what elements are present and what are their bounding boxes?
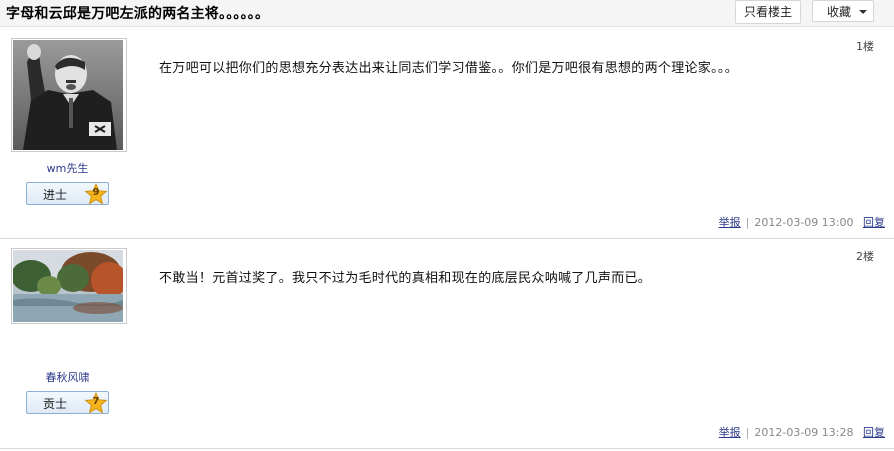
rank-level: 9	[92, 187, 100, 198]
post-footer: 举报 | 2012-03-09 13:00 回复	[719, 214, 885, 230]
rank-badge[interactable]: 进士 9	[26, 182, 109, 205]
rank-label: 贡士	[42, 397, 67, 411]
report-link[interactable]: 举报	[719, 426, 741, 439]
username[interactable]: wm先生	[0, 160, 135, 176]
username[interactable]: 春秋风啸	[0, 369, 135, 385]
thread-title: 字母和云邱是万吧左派的两名主将。。。。。。	[6, 6, 270, 22]
avatar-landscape-image	[11, 250, 127, 322]
report-link[interactable]: 举报	[719, 216, 741, 229]
floor-number: 1楼	[856, 40, 874, 53]
avatar[interactable]	[11, 38, 127, 152]
floor-number: 2楼	[856, 250, 874, 263]
reply-link[interactable]: 回复	[863, 216, 885, 229]
favorite-button[interactable]: 收藏	[812, 0, 874, 22]
post-footer: 举报 | 2012-03-09 13:28 回复	[719, 424, 885, 440]
separator: |	[745, 426, 750, 439]
favorite-label: 收藏	[827, 5, 852, 19]
rank-level: 7	[92, 396, 100, 407]
avatar[interactable]	[11, 248, 127, 324]
reply-link[interactable]: 回复	[863, 426, 885, 439]
post-floor-2: 春秋风啸 贡士 7 2楼 不敢当！元首过奖了。我只不过为毛时代的真相和现在的底层…	[0, 239, 894, 449]
post-content: 不敢当！元首过奖了。我只不过为毛时代的真相和现在的底层民众呐喊了几声而已。	[159, 271, 652, 286]
avatar-portrait-image	[13, 40, 123, 150]
separator: |	[745, 216, 750, 229]
only-op-button[interactable]: 只看楼主	[735, 0, 801, 24]
post-floor-1: wm先生 进士 9 1楼 在万吧可以把你们的思想充分表达出来让同志们学习借鉴。。…	[0, 27, 894, 239]
rank-badge[interactable]: 贡士 7	[26, 391, 109, 414]
post-timestamp: 2012-03-09 13:00	[754, 216, 854, 229]
thread-header: 字母和云邱是万吧左派的两名主将。。。。。。 只看楼主 收藏	[0, 0, 894, 27]
rank-label: 进士	[42, 188, 67, 202]
chevron-down-icon	[859, 10, 867, 14]
post-content: 在万吧可以把你们的思想充分表达出来让同志们学习借鉴。。你们是万吧很有思想的两个理…	[159, 61, 739, 76]
post-timestamp: 2012-03-09 13:28	[754, 426, 854, 439]
